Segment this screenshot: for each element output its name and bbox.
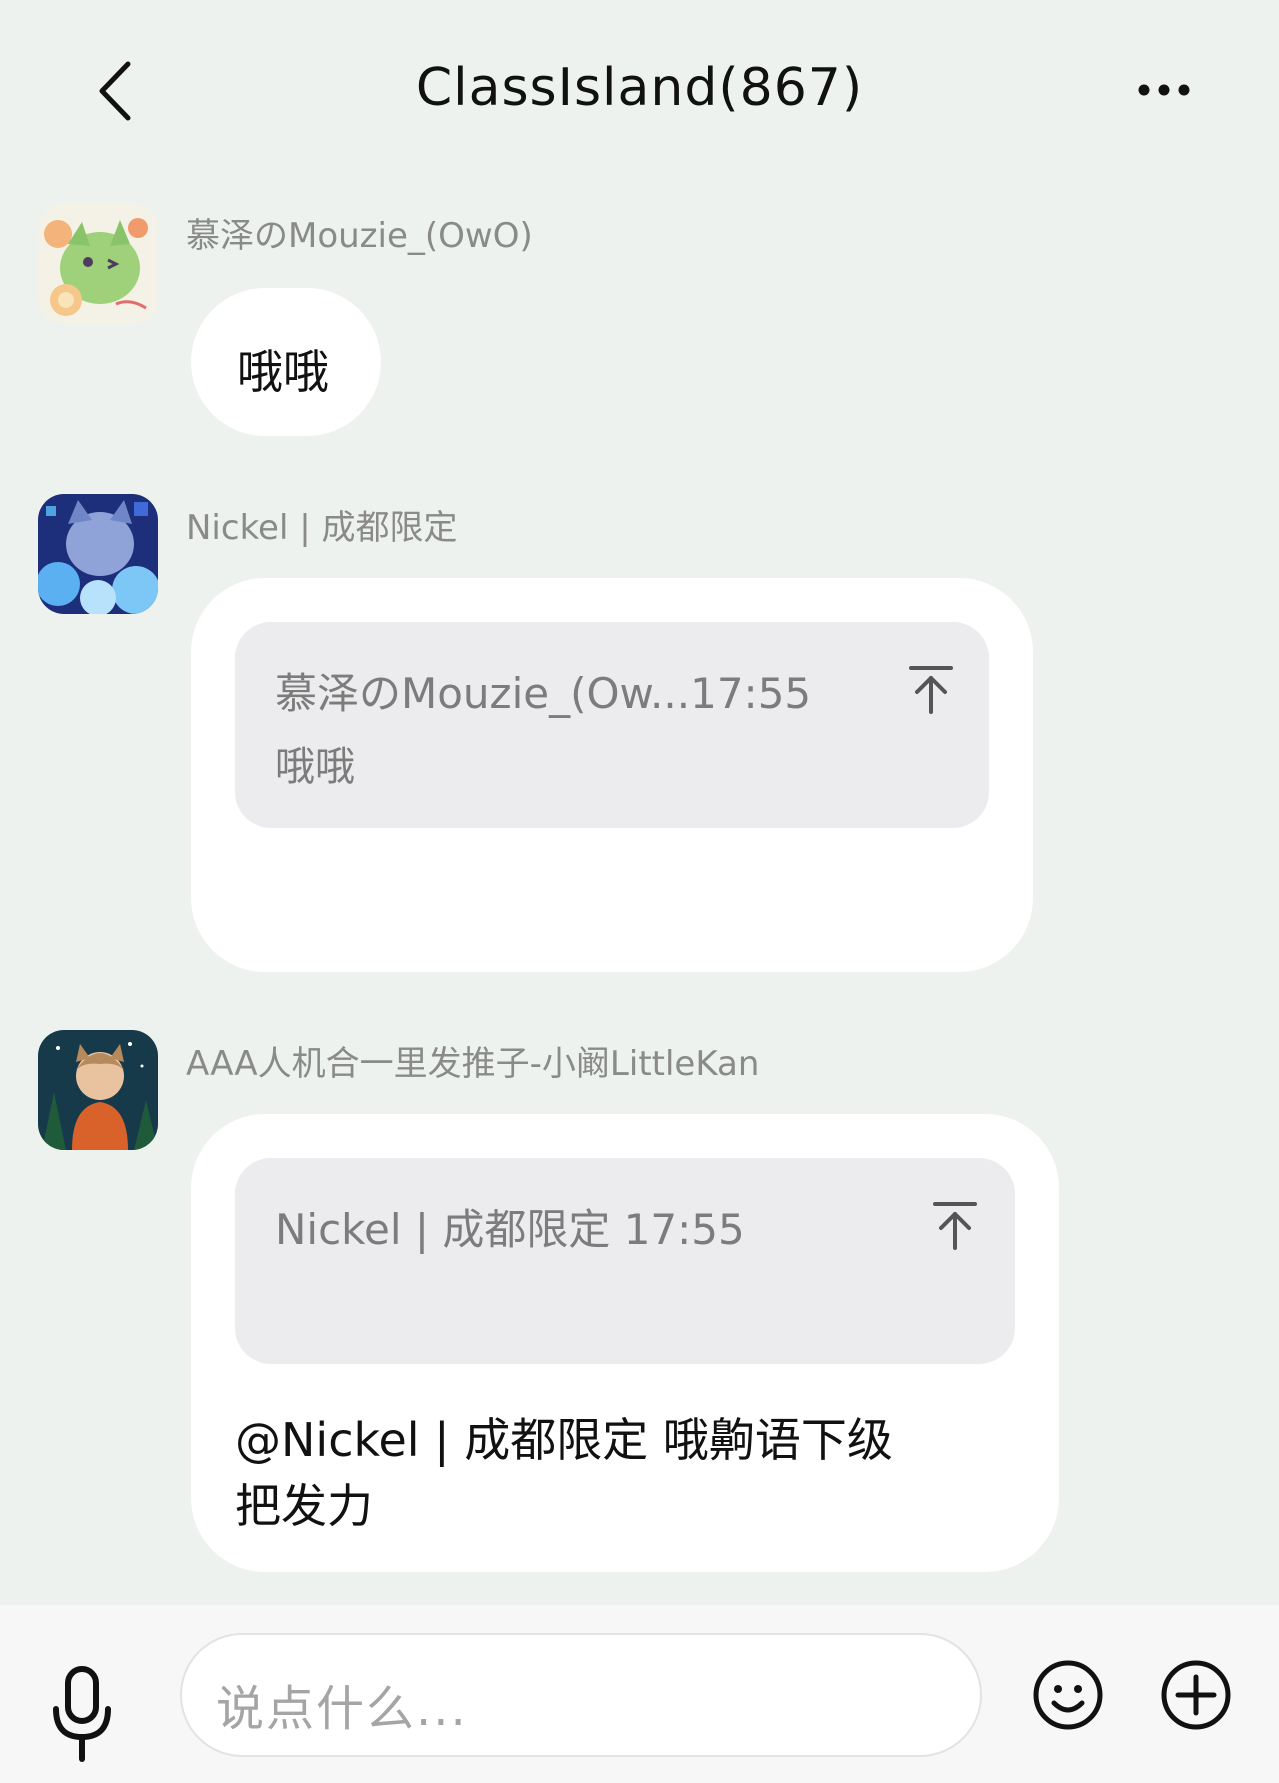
quote-text: 哦哦 [275, 744, 355, 790]
message-text-line: @Nickel | 成都限定 哦齁语下级 [235, 1413, 893, 1467]
more-actions-button[interactable] [1160, 1659, 1232, 1731]
message-bubble[interactable]: 慕泽のMouzie_(Ow...17:55 哦哦 [191, 578, 1033, 972]
chat-title: ClassIsland(867) [415, 58, 864, 118]
avatar[interactable] [38, 204, 158, 324]
sender-name: AAA人机合一里发推子-小阚LittleKan [186, 1044, 760, 1084]
quote-sender-time: 慕泽のMouzie_(Ow...17:55 [275, 669, 812, 718]
quoted-message[interactable]: Nickel | 成都限定 17:55 [235, 1158, 1015, 1364]
microphone-icon [53, 1666, 111, 1762]
top-bar: ClassIsland(867) [0, 0, 1279, 180]
more-button[interactable] [1136, 72, 1192, 108]
jump-to-message-button[interactable] [931, 1200, 979, 1252]
message-text-line: 把发力 [235, 1479, 373, 1533]
plus-circle-icon [1161, 1660, 1231, 1730]
message-text: 哦哦 [237, 345, 329, 399]
emoji-icon [1033, 1660, 1103, 1730]
voice-button[interactable] [50, 1665, 114, 1765]
avatar[interactable] [38, 1030, 158, 1150]
more-dots-icon [1138, 84, 1190, 96]
arrow-up-to-top-icon [909, 666, 953, 714]
quote-sender-time: Nickel | 成都限定 17:55 [275, 1205, 745, 1254]
avatar[interactable] [38, 494, 158, 614]
message-input[interactable]: 说点什么... [180, 1633, 982, 1757]
arrow-up-to-top-icon [933, 1202, 977, 1250]
sender-name: 慕泽のMouzie_(OwO) [186, 216, 533, 256]
input-placeholder: 说点什么... [216, 1681, 468, 1737]
chat-input-bar: 说点什么... [0, 1605, 1279, 1783]
jump-to-message-button[interactable] [907, 664, 955, 716]
quoted-message[interactable]: 慕泽のMouzie_(Ow...17:55 哦哦 [235, 622, 989, 828]
message-bubble[interactable]: Nickel | 成都限定 17:55 @Nickel | 成都限定 哦齁语下级… [191, 1114, 1059, 1572]
message-bubble[interactable]: 哦哦 [191, 288, 381, 436]
sender-name: Nickel | 成都限定 [186, 508, 458, 548]
emoji-button[interactable] [1032, 1659, 1104, 1731]
